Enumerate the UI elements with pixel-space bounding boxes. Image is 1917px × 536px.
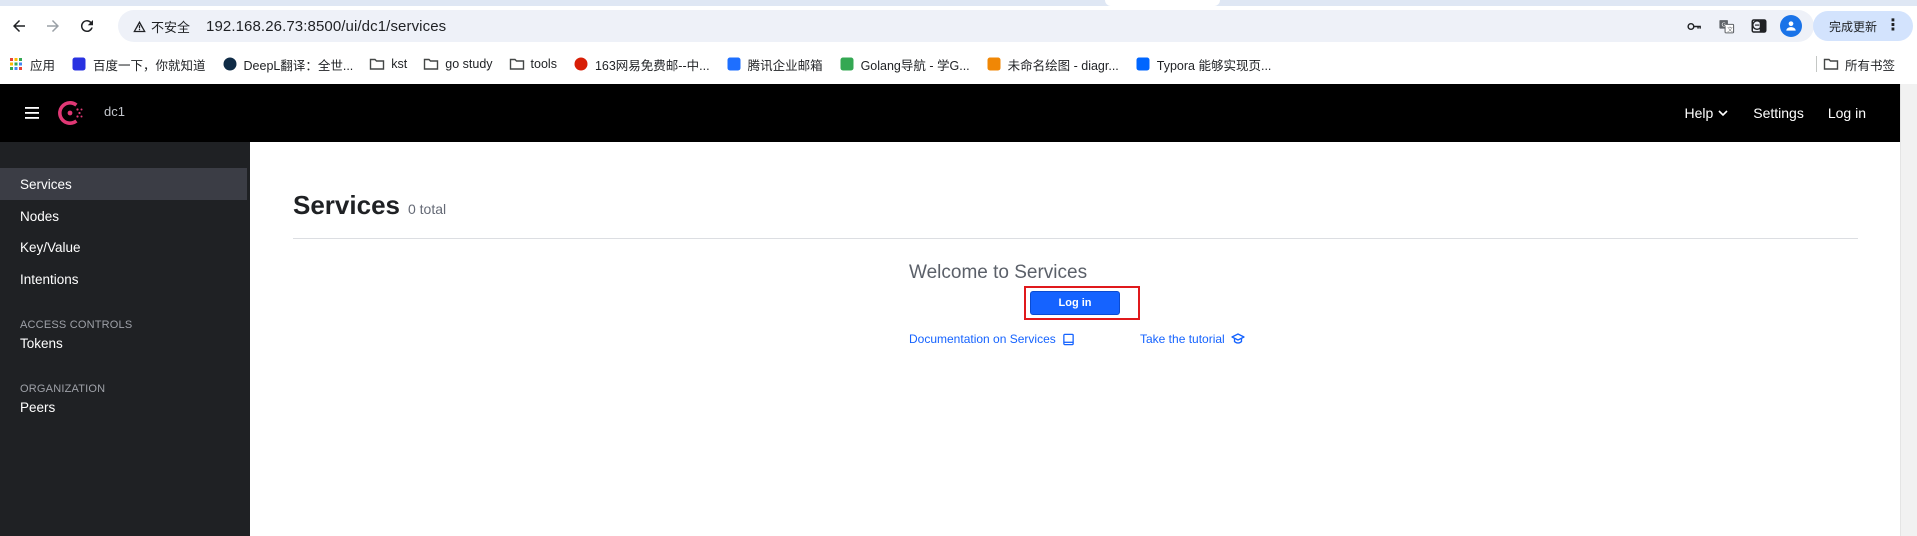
header-login-link[interactable]: Log in [1828,105,1866,121]
bookmark-label: 应用 [30,58,56,73]
update-button[interactable]: 完成更新 ⋮ [1812,11,1913,41]
help-menu[interactable]: Help [1684,105,1729,121]
side-panel-icon [1751,19,1767,33]
warning-triangle-icon [133,20,146,32]
folder-icon [1823,58,1839,70]
security-label: 不安全 [151,19,191,35]
golang-nav-icon [840,57,854,71]
browser-toolbar: 不安全 192.168.26.73:8500/ui/dc1/services G… [0,6,1917,46]
page-title-text: Services [293,190,400,220]
documentation-link[interactable]: Documentation on Services [909,332,1075,346]
bookmark-item[interactable]: 应用 [0,51,63,77]
tutorial-link-label: Take the tutorial [1140,332,1225,346]
datacenter-selector[interactable]: dc1 [104,104,125,119]
folder-icon [509,58,524,70]
bookmark-label: 腾讯企业邮箱 [747,58,823,73]
services-count: 0 total [407,201,447,217]
consul-logo-icon[interactable] [54,97,86,129]
deepl-icon [223,57,237,71]
bookmark-item[interactable]: 百度一下，你就知道 [63,51,214,77]
bookmark-label: tools [530,57,557,71]
bookmark-label: Typora 能够实现页... [1156,58,1272,73]
zhihu-icon [1136,57,1150,71]
sidebar-item-key-value[interactable]: Key/Value [0,231,250,263]
empty-state-title: Welcome to Services [909,262,1088,283]
tencent-mail-icon [727,57,741,71]
bookmark-item[interactable]: DeepL翻译：全世... [214,51,362,77]
address-bar[interactable]: 不安全 192.168.26.73:8500/ui/dc1/services G… [118,10,1814,42]
bookmark-label: DeepL翻译：全世... [243,58,354,73]
key-icon [1686,22,1701,30]
title-divider [293,238,1858,239]
all-bookmarks-label: 所有书签 [1844,58,1895,73]
tutorial-link[interactable]: Take the tutorial [1140,332,1245,346]
bookmark-item[interactable]: go study [415,51,500,77]
more-vert-icon: ⋮ [1885,17,1901,34]
sidebar-item-peers[interactable]: Peers [0,391,250,423]
password-key-button[interactable] [1678,10,1710,42]
chevron-down-icon [1718,110,1728,117]
svg-text:G: G [1721,22,1725,28]
sidebar-item-intentions[interactable]: Intentions [0,263,250,295]
url-text[interactable]: 192.168.26.73:8500/ui/dc1/services [206,18,446,35]
header-nav: Help Settings Log in [1660,84,1866,142]
arrow-right-icon [47,20,59,32]
page-title: Services 0 total [293,190,446,221]
help-label: Help [1684,105,1714,121]
bookmark-label: 百度一下，你就知道 [93,58,206,73]
bookmark-item[interactable]: 163网易免费邮--中... [565,51,718,77]
documentation-link-label: Documentation on Services [909,332,1056,346]
side-panel-button[interactable] [1743,10,1775,42]
sidebar-item-services[interactable]: Services [0,168,247,200]
login-highlight-box: Log in [1024,286,1140,320]
consul-app: dc1 Help Settings Log in Services Nodes … [0,84,1900,536]
bookmark-item[interactable]: 未命名绘图 - diagr... [978,51,1127,77]
arrow-left-icon [13,20,25,32]
bookmark-item[interactable]: Typora 能够实现页... [1127,51,1280,77]
drawio-icon [987,57,1001,71]
reload-button[interactable] [72,11,102,41]
empty-state: Welcome to Services Log in Documentation… [909,262,1309,346]
login-button[interactable]: Log in [1030,291,1120,315]
bookmark-item[interactable]: 腾讯企业邮箱 [718,51,831,77]
forward-button[interactable] [38,11,68,41]
security-indicator[interactable]: 不安全 [126,14,198,38]
bookmark-item[interactable]: tools [501,51,565,77]
bookmark-item[interactable]: kst [361,51,415,77]
graduation-cap-icon [1231,333,1245,344]
profile-button[interactable] [1775,10,1807,42]
folder-icon [370,58,385,70]
translate-button[interactable]: G文 [1710,10,1742,42]
translate-icon: G文 [1718,19,1734,33]
sidebar: Services Nodes Key/Value Intentions ACCE… [0,142,250,536]
netease-icon [574,57,588,71]
bookmark-item[interactable]: Golang导航 - 学G... [831,51,978,77]
bookmark-label: 未命名绘图 - diagr... [1007,58,1119,73]
empty-state-links: Documentation on Services Take the tutor… [909,332,1409,346]
back-button[interactable] [4,11,34,41]
sidebar-item-tokens[interactable]: Tokens [0,327,250,359]
sidebar-item-nodes[interactable]: Nodes [0,200,250,232]
update-label: 完成更新 [1828,19,1877,34]
avatar [1779,15,1802,37]
folder-icon [424,58,439,70]
bookmarks-bar: 应用 百度一下，你就知道 DeepL翻译：全世... kst go study tools… [0,50,1917,78]
baidu-icon [72,57,86,71]
page-scrollbar[interactable] [1900,84,1917,536]
book-icon [1062,333,1074,345]
main-content: Services 0 total Welcome to Services Log… [250,142,1900,536]
app-header: dc1 Help Settings Log in [0,84,1900,142]
person-icon [1786,21,1796,31]
settings-link[interactable]: Settings [1753,105,1804,121]
browser-right-tools: 完成更新 ⋮ [1743,6,1917,46]
bookmark-label: 163网易免费邮--中... [594,58,710,73]
menu-icon[interactable] [24,104,42,122]
reload-icon [80,20,93,33]
apps-grid-icon [10,58,22,70]
bookmark-label: Golang导航 - 学G... [860,58,970,73]
bookmark-label: kst [391,57,408,71]
all-bookmarks-button[interactable]: 所有书签 [1815,51,1903,77]
bookmark-label: go study [445,57,493,71]
